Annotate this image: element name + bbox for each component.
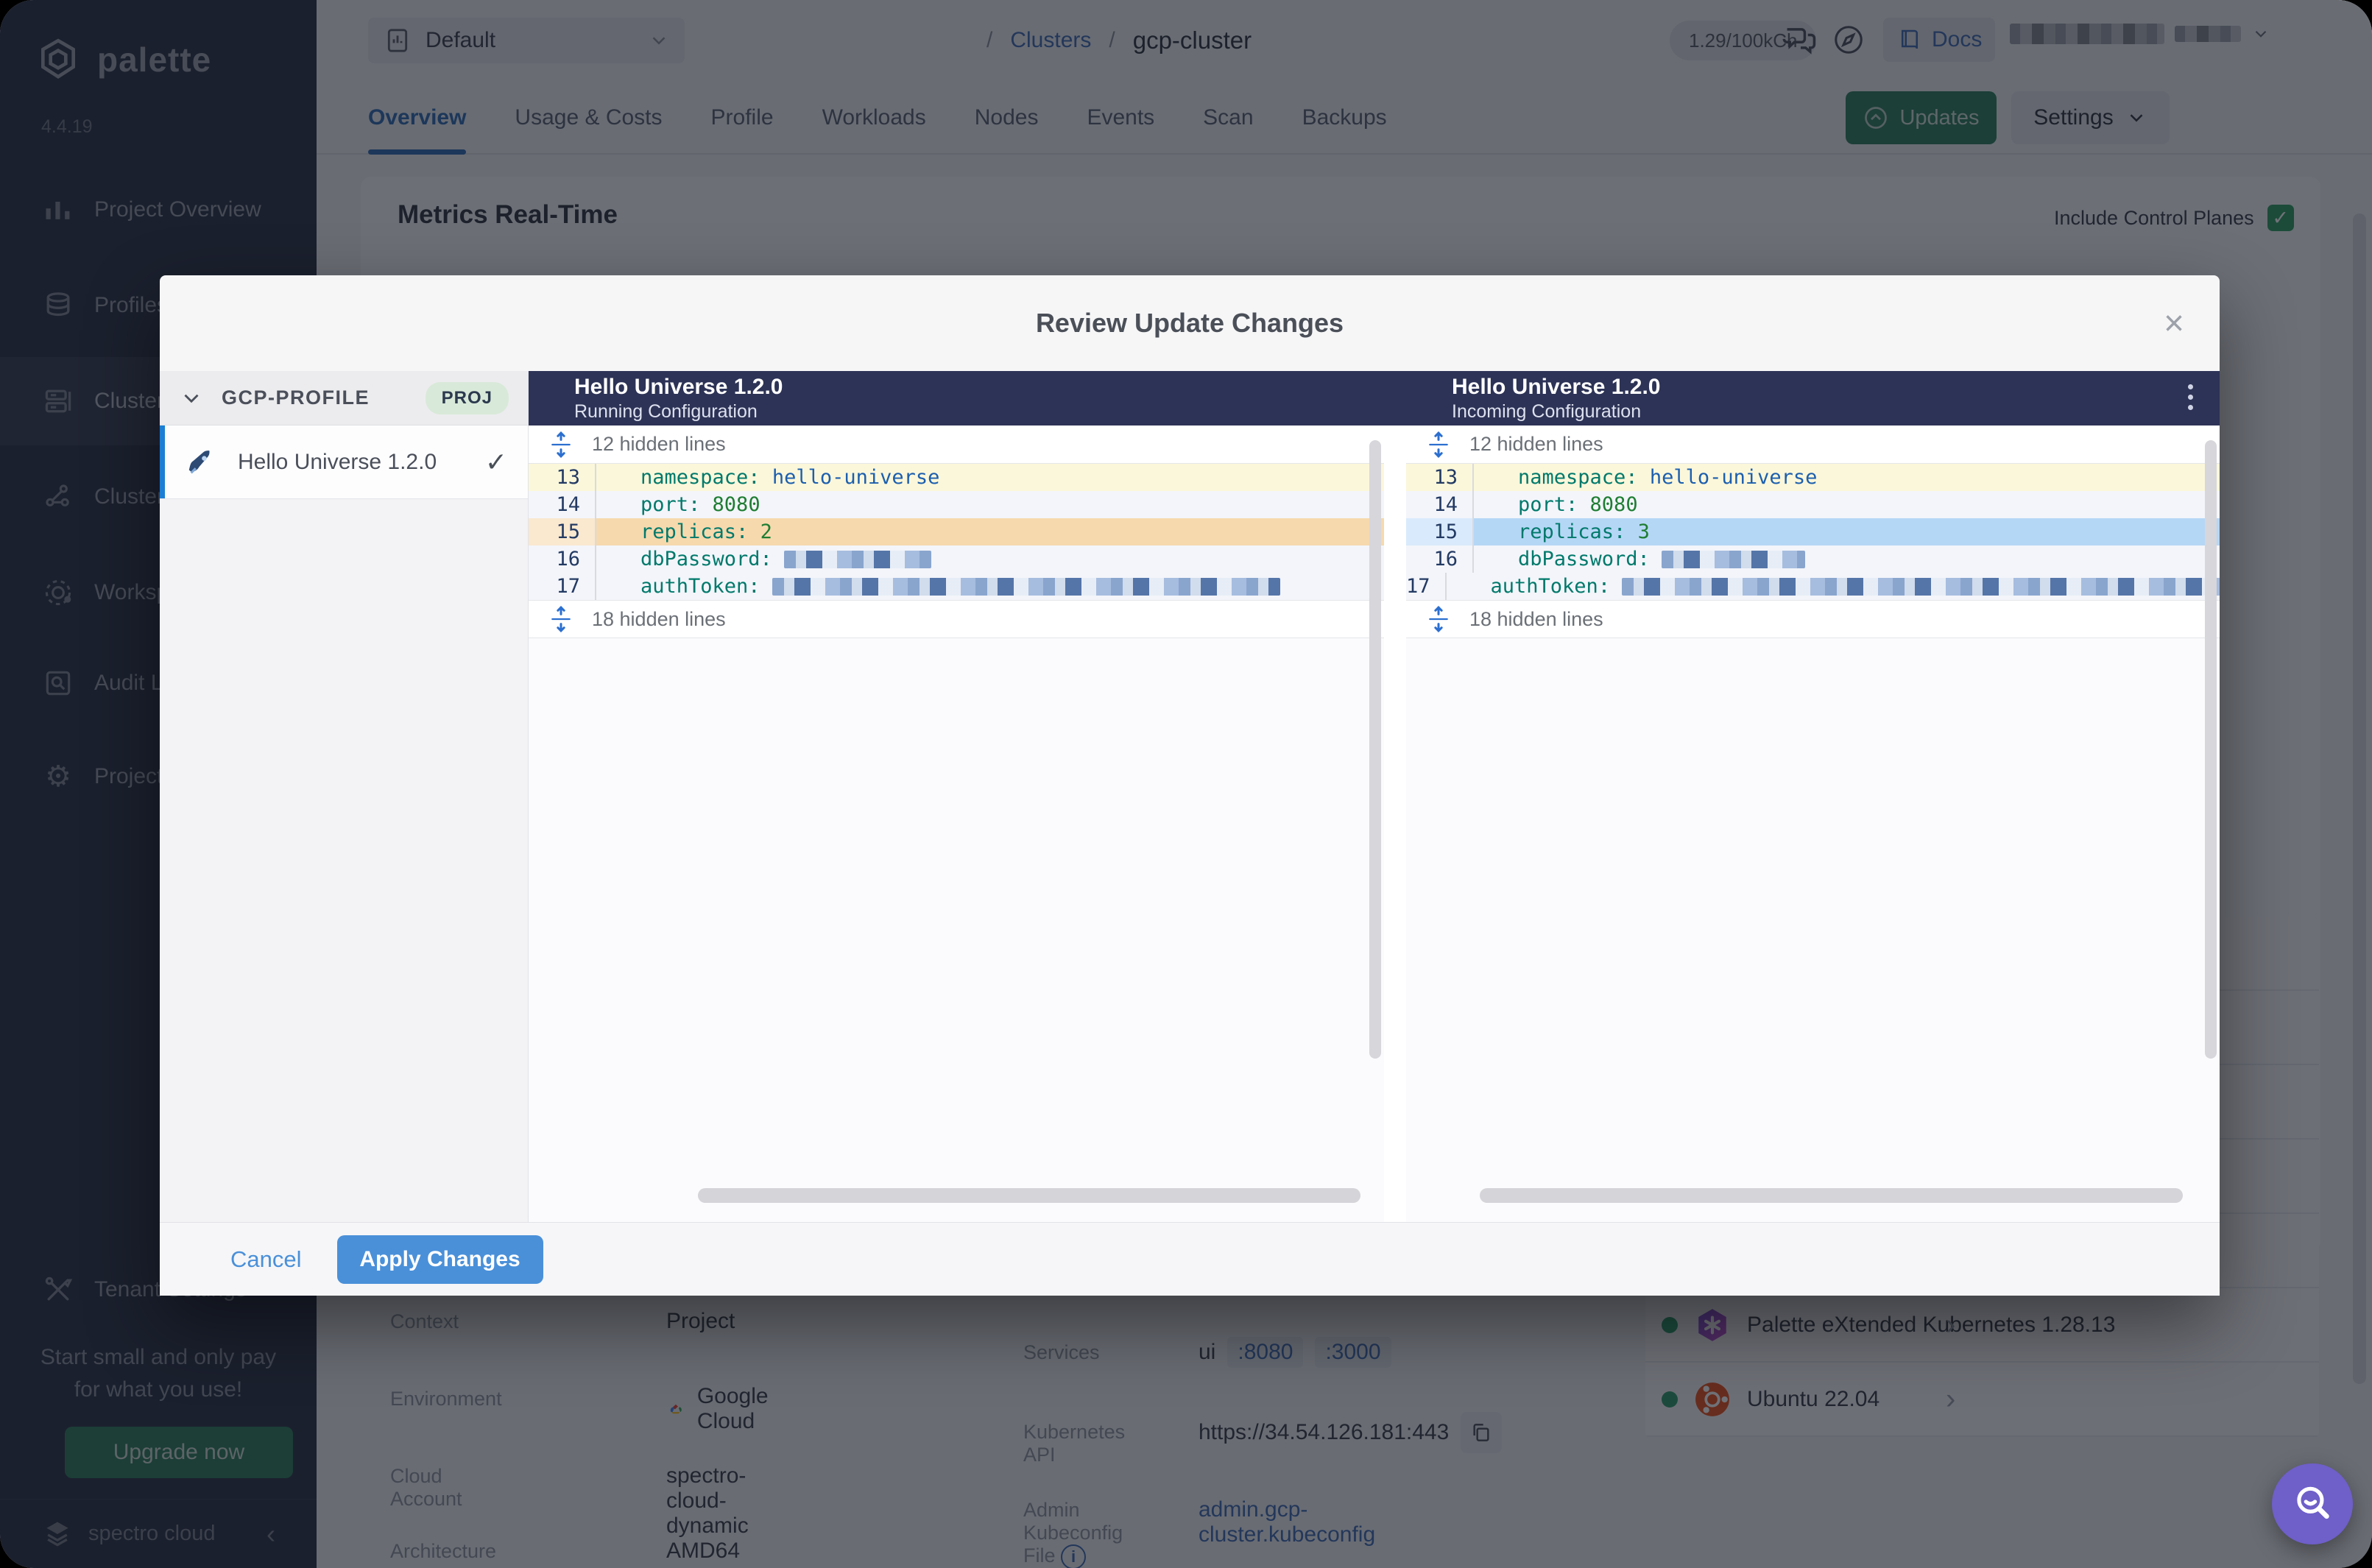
running-config-header: Hello Universe 1.2.0 Running Configurati… (574, 374, 783, 422)
app-window: palette 4.4.19 Project Overview Profiles… (0, 0, 2372, 1568)
redacted-value (783, 550, 931, 568)
incoming-config-pane: 12 hidden lines 13 namespace: hello-unive… (1406, 425, 2220, 1222)
diff-line: 17 authToken: (1406, 573, 2220, 600)
diff-line: 13 namespace: hello-universe (1406, 464, 2220, 491)
kebab-menu-icon[interactable] (2188, 384, 2193, 410)
rocket-icon (188, 450, 210, 473)
hidden-lines-expander[interactable]: 12 hidden lines (529, 425, 1384, 464)
diff-line-added: 15 replicas: 3 (1406, 518, 2220, 545)
search-smile-icon (2297, 1486, 2329, 1519)
unfold-icon (1429, 431, 1448, 458)
profile-item-hello-universe[interactable]: Hello Universe 1.2.0 ✓ (160, 425, 528, 499)
hidden-lines-expander[interactable]: 18 hidden lines (529, 600, 1384, 638)
apply-changes-button[interactable]: Apply Changes (336, 1235, 543, 1284)
running-config-pane: 12 hidden lines 13 namespace: hello-unive… (529, 425, 1384, 1222)
check-icon: ✓ (484, 446, 507, 477)
hidden-lines-expander[interactable]: 18 hidden lines (1406, 600, 2220, 638)
vertical-scrollbar[interactable] (2205, 440, 2217, 1059)
incoming-config-header: Hello Universe 1.2.0 Incoming Configurat… (1452, 374, 1661, 422)
help-search-floating-button[interactable] (2272, 1463, 2353, 1544)
review-update-changes-modal: Review Update Changes × GCP-PROFILE PROJ… (160, 275, 2220, 1296)
close-icon[interactable]: × (2164, 306, 2184, 342)
diff-header: Hello Universe 1.2.0 Running Configurati… (529, 371, 2220, 425)
diff-viewer: Hello Universe 1.2.0 Running Configurati… (529, 371, 2220, 1222)
diff-line: 16 dbPassword: (529, 545, 1384, 573)
cancel-button[interactable]: Cancel (230, 1246, 302, 1273)
profile-panel: GCP-PROFILE PROJ Hello Universe 1.2.0 ✓ (160, 371, 529, 1222)
profile-item-name: Hello Universe 1.2.0 (238, 449, 437, 474)
diff-line: 16 dbPassword: (1406, 545, 2220, 573)
diff-line: 14 port: 8080 (529, 491, 1384, 518)
hidden-lines-expander[interactable]: 12 hidden lines (1406, 425, 2220, 464)
diff-line: 13 namespace: hello-universe (529, 464, 1384, 491)
redacted-value (1661, 550, 1805, 568)
modal-title: Review Update Changes (1035, 308, 1344, 338)
vertical-scrollbar[interactable] (1369, 440, 1381, 1059)
diff-line-removed: 15 replicas: 2 (529, 518, 1384, 545)
modal-footer: Cancel Apply Changes (160, 1222, 2220, 1296)
horizontal-scrollbar[interactable] (1480, 1188, 2183, 1203)
profile-group-name: GCP-PROFILE (222, 386, 370, 409)
redacted-value (772, 577, 1280, 596)
unfold-icon (551, 431, 571, 458)
redacted-value (1622, 577, 2220, 596)
project-scope-badge: PROJ (425, 381, 509, 414)
chevron-down-icon (184, 394, 199, 403)
profile-group-header[interactable]: GCP-PROFILE PROJ (160, 371, 528, 425)
diff-line: 17 authToken: (529, 573, 1384, 600)
unfold-icon (551, 606, 571, 632)
unfold-icon (1429, 606, 1448, 632)
horizontal-scrollbar[interactable] (698, 1188, 1360, 1203)
diff-line: 14 port: 8080 (1406, 491, 2220, 518)
